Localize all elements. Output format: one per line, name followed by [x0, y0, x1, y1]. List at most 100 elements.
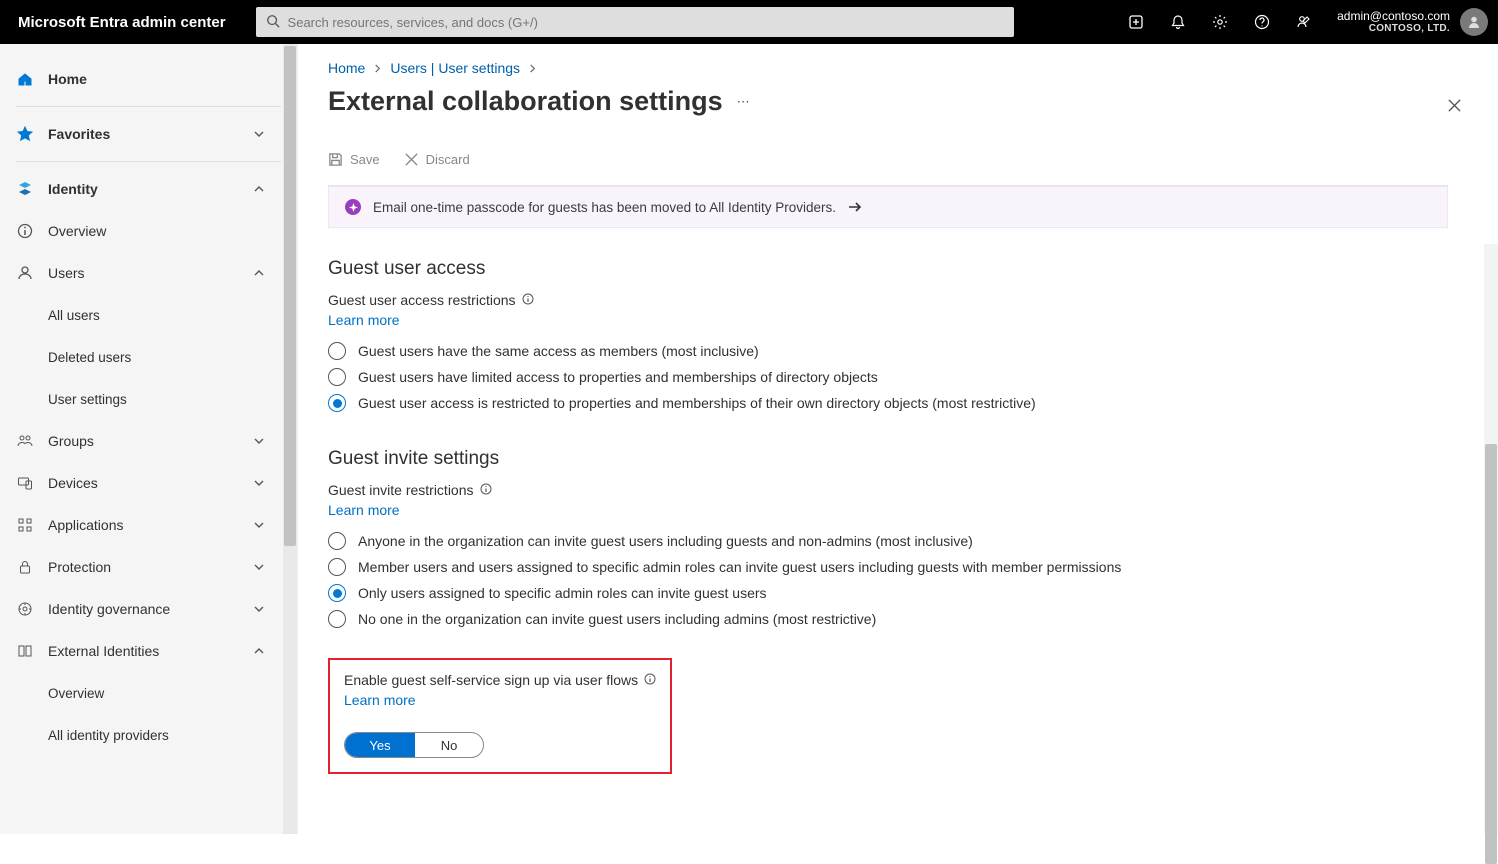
radio-icon: [328, 342, 346, 360]
sidebar-item-protection[interactable]: Protection: [0, 546, 297, 588]
sidebar-item-external-identities[interactable]: External Identities: [0, 630, 297, 672]
radio-guest-access-1[interactable]: Guest users have the same access as memb…: [328, 342, 1448, 360]
toggle-no: No: [415, 738, 483, 753]
radio-icon: [328, 394, 346, 412]
radio-label: Member users and users assigned to speci…: [358, 559, 1121, 575]
banner-text: Email one-time passcode for guests has b…: [373, 200, 836, 215]
sidebar-label: Overview: [48, 223, 106, 239]
radio-guest-invite-3[interactable]: Only users assigned to specific admin ro…: [328, 584, 1448, 602]
external-icon: [16, 642, 34, 660]
radio-label: Only users assigned to specific admin ro…: [358, 585, 767, 601]
copilot-icon[interactable]: [1115, 0, 1157, 44]
sidebar-label: User settings: [48, 392, 127, 407]
search-input[interactable]: [288, 15, 1004, 30]
search-icon: [266, 14, 288, 31]
close-button[interactable]: [1447, 98, 1462, 116]
breadcrumb: Home Users | User settings: [328, 60, 1498, 76]
radio-guest-access-2[interactable]: Guest users have limited access to prope…: [328, 368, 1448, 386]
sidebar-item-identity[interactable]: Identity: [0, 168, 297, 210]
radio-icon: [328, 584, 346, 602]
breadcrumb-home[interactable]: Home: [328, 60, 365, 76]
info-banner[interactable]: Email one-time passcode for guests has b…: [328, 186, 1448, 228]
global-header: Microsoft Entra admin center admin@conto…: [0, 0, 1498, 44]
left-nav: Home Favorites Identity Overview: [0, 44, 298, 834]
discard-button[interactable]: Discard: [404, 152, 470, 167]
chevron-down-icon: [253, 434, 267, 448]
sidebar-item-home[interactable]: Home: [0, 58, 297, 100]
chevron-down-icon: [253, 518, 267, 532]
learn-more-link[interactable]: Learn more: [328, 312, 400, 328]
chevron-up-icon: [253, 182, 267, 196]
info-icon: [16, 222, 34, 240]
sidebar-label: Identity: [48, 181, 98, 197]
governance-icon: [16, 600, 34, 618]
section-guest-invite: Guest invite settings Guest invite restr…: [328, 448, 1448, 774]
sidebar-item-all-users[interactable]: All users: [0, 294, 297, 336]
chevron-up-icon: [253, 266, 267, 280]
lock-icon: [16, 558, 34, 576]
sidebar-item-applications[interactable]: Applications: [0, 504, 297, 546]
save-label: Save: [350, 152, 380, 167]
arrow-right-icon: [848, 200, 862, 215]
radio-guest-invite-4[interactable]: No one in the organization can invite gu…: [328, 610, 1448, 628]
sidebar-item-favorites[interactable]: Favorites: [0, 113, 297, 155]
main-scrollbar[interactable]: [1484, 244, 1498, 834]
star-icon: [16, 125, 34, 143]
section-sublabel: Guest user access restrictions: [328, 292, 516, 308]
chevron-right-icon: [373, 60, 382, 76]
discard-label: Discard: [426, 152, 470, 167]
sidebar-item-identity-governance[interactable]: Identity governance: [0, 588, 297, 630]
radio-guest-invite-1[interactable]: Anyone in the organization can invite gu…: [328, 532, 1448, 550]
identity-icon: [16, 180, 34, 198]
header-utility-icons: admin@contoso.com CONTOSO, LTD.: [1115, 0, 1498, 44]
main-content: Home Users | User settings External coll…: [298, 44, 1498, 834]
notification-icon[interactable]: [1157, 0, 1199, 44]
sidebar-item-groups[interactable]: Groups: [0, 420, 297, 462]
sidebar-item-user-settings[interactable]: User settings: [0, 378, 297, 420]
sidebar-item-users[interactable]: Users: [0, 252, 297, 294]
sidebar-label: Favorites: [48, 126, 110, 142]
sidebar-item-ext-overview[interactable]: Overview: [0, 672, 297, 714]
page-title: External collaboration settings: [328, 86, 723, 117]
radio-label: Guest user access is restricted to prope…: [358, 395, 1036, 411]
global-search[interactable]: [256, 7, 1014, 37]
brand-title: Microsoft Entra admin center: [18, 14, 256, 31]
radio-label: Anyone in the organization can invite gu…: [358, 533, 973, 549]
radio-guest-access-3[interactable]: Guest user access is restricted to prope…: [328, 394, 1448, 412]
learn-more-link[interactable]: Learn more: [328, 502, 400, 518]
feedback-icon[interactable]: [1283, 0, 1325, 44]
sidebar-label: Identity governance: [48, 601, 170, 617]
radio-label: Guest users have the same access as memb…: [358, 343, 759, 359]
account-menu[interactable]: admin@contoso.com CONTOSO, LTD.: [1325, 0, 1498, 44]
account-email: admin@contoso.com: [1337, 10, 1450, 23]
sidebar-scrollbar[interactable]: [283, 44, 297, 834]
more-icon[interactable]: ⋯: [737, 94, 750, 110]
section-sublabel: Guest invite restrictions: [328, 482, 474, 498]
help-icon[interactable]: [1241, 0, 1283, 44]
chevron-down-icon: [253, 602, 267, 616]
save-button[interactable]: Save: [328, 152, 380, 167]
sidebar-item-all-identity-providers[interactable]: All identity providers: [0, 714, 297, 756]
home-icon: [16, 70, 34, 88]
info-icon[interactable]: [522, 292, 534, 308]
sidebar-item-overview[interactable]: Overview: [0, 210, 297, 252]
self-service-toggle[interactable]: Yes No: [344, 732, 484, 758]
sidebar-item-devices[interactable]: Devices: [0, 462, 297, 504]
sidebar-label: All users: [48, 308, 100, 323]
breadcrumb-users[interactable]: Users | User settings: [390, 60, 520, 76]
account-org: CONTOSO, LTD.: [1337, 23, 1450, 34]
settings-icon[interactable]: [1199, 0, 1241, 44]
radio-guest-invite-2[interactable]: Member users and users assigned to speci…: [328, 558, 1448, 576]
self-service-label: Enable guest self-service sign up via us…: [344, 672, 638, 688]
radio-label: No one in the organization can invite gu…: [358, 611, 876, 627]
sidebar-label: Groups: [48, 433, 94, 449]
sidebar-label: Home: [48, 71, 87, 87]
highlight-self-service: Enable guest self-service sign up via us…: [328, 658, 672, 774]
section-title: Guest user access: [328, 258, 1448, 280]
radio-icon: [328, 532, 346, 550]
info-icon[interactable]: [480, 482, 492, 498]
chevron-down-icon: [253, 560, 267, 574]
info-icon[interactable]: [644, 672, 656, 688]
sidebar-item-deleted-users[interactable]: Deleted users: [0, 336, 297, 378]
learn-more-link[interactable]: Learn more: [344, 692, 416, 708]
